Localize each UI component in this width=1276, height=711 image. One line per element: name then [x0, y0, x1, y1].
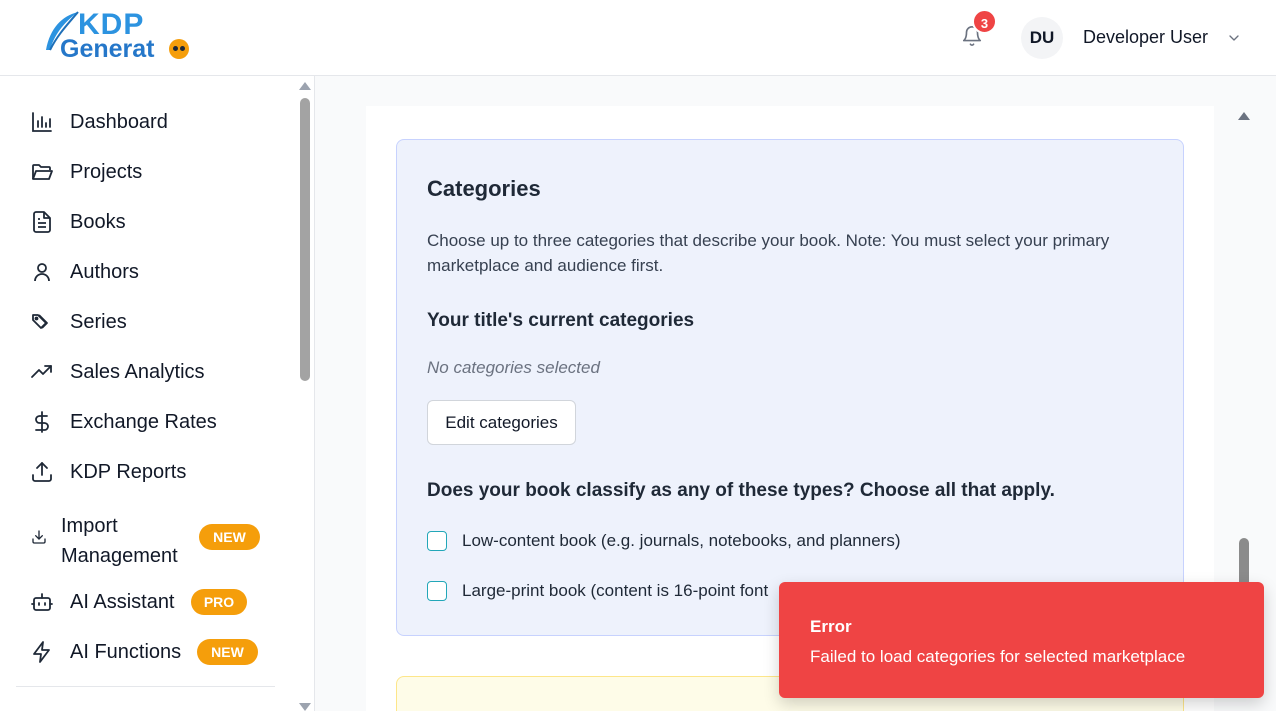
toast-title: Error [810, 617, 852, 636]
sidebar-item-label: Dashboard [70, 111, 168, 133]
sidebar-item-books[interactable]: Books [30, 202, 270, 242]
avatar[interactable]: DU [1021, 17, 1063, 59]
bar-chart-icon [30, 110, 54, 134]
trending-up-icon [30, 360, 54, 384]
sidebar-item-kdp-reports[interactable]: KDP Reports [30, 452, 270, 492]
sidebar-item-ai-functions[interactable]: AI Functions NEW [30, 632, 270, 672]
categories-panel: Categories Choose up to three categories… [396, 139, 1184, 636]
download-icon [30, 528, 48, 546]
sidebar-item-label: AI Functions [70, 641, 182, 663]
edit-categories-button[interactable]: Edit categories [427, 400, 576, 445]
scroll-up-arrow[interactable] [1238, 112, 1250, 120]
sidebar-item-label: Series [70, 311, 127, 333]
sidebar: Dashboard Projects Books Authors Series … [0, 76, 315, 711]
categories-description: Choose up to three categories that descr… [427, 231, 1110, 275]
zap-icon [30, 640, 54, 664]
user-icon [30, 260, 54, 284]
sidebar-item-label: AI Assistant [70, 591, 175, 613]
new-badge: NEW [199, 524, 260, 550]
sidebar-scrollbar-thumb[interactable] [300, 98, 310, 381]
sidebar-item-projects[interactable]: Projects [30, 152, 270, 192]
categories-title: Categories [427, 176, 541, 201]
sidebar-item-ai-assistant[interactable]: AI Assistant PRO [30, 582, 270, 622]
sidebar-divider [16, 686, 275, 687]
new-badge: NEW [197, 639, 258, 665]
book-types-question: Does your book classify as any of these … [427, 480, 1055, 501]
scroll-up-arrow[interactable] [299, 82, 311, 90]
sidebar-item-label: Sales Analytics [70, 361, 205, 383]
notification-count-badge: 3 [972, 9, 997, 34]
user-name[interactable]: Developer User [1083, 26, 1208, 48]
scroll-down-arrow[interactable] [299, 703, 311, 711]
bot-icon [30, 590, 54, 614]
file-text-icon [30, 210, 54, 234]
sidebar-item-series[interactable]: Series [30, 302, 270, 342]
sidebar-item-label: Projects [70, 161, 143, 183]
folder-open-icon [30, 160, 54, 184]
sidebar-item-exchange-rates[interactable]: Exchange Rates [30, 402, 270, 442]
low-content-checkbox[interactable] [427, 531, 447, 551]
no-categories-text: No categories selected [427, 358, 600, 377]
sidebar-item-label: Exchange Rates [70, 411, 217, 433]
app-logo[interactable]: KDP Generatr [42, 8, 202, 63]
sidebar-item-dashboard[interactable]: Dashboard [30, 102, 270, 142]
upload-icon [30, 460, 54, 484]
logo-text-generator: Generatr [60, 35, 186, 63]
large-print-checkbox[interactable] [427, 581, 447, 601]
logo-robot-icon [169, 39, 189, 59]
toast-message: Failed to load categories for selected m… [810, 647, 1186, 666]
low-content-option[interactable]: Low-content book (e.g. journals, noteboo… [427, 529, 901, 553]
sidebar-item-label: Books [70, 211, 126, 233]
sidebar-item-authors[interactable]: Authors [30, 252, 270, 292]
sidebar-item-import-management[interactable]: Import Management NEW [30, 506, 270, 568]
low-content-label: Low-content book (e.g. journals, noteboo… [462, 531, 901, 550]
error-toast[interactable]: Error Failed to load categories for sele… [779, 582, 1264, 698]
large-print-option[interactable]: Large-print book (content is 16-point fo… [427, 579, 768, 603]
chevron-down-icon[interactable] [1226, 30, 1242, 46]
tags-icon [30, 310, 54, 334]
sidebar-item-sales-analytics[interactable]: Sales Analytics [30, 352, 270, 392]
sidebar-item-label: KDP Reports [70, 461, 187, 483]
sidebar-item-label: Authors [70, 261, 139, 283]
current-categories-heading: Your title's current categories [427, 310, 695, 331]
pro-badge: PRO [191, 589, 247, 615]
sidebar-item-label: Import Management [61, 515, 178, 567]
dollar-sign-icon [30, 410, 54, 434]
large-print-label: Large-print book (content is 16-point fo… [462, 581, 769, 600]
top-header: KDP Generatr 3 DU Developer User [0, 0, 1276, 76]
